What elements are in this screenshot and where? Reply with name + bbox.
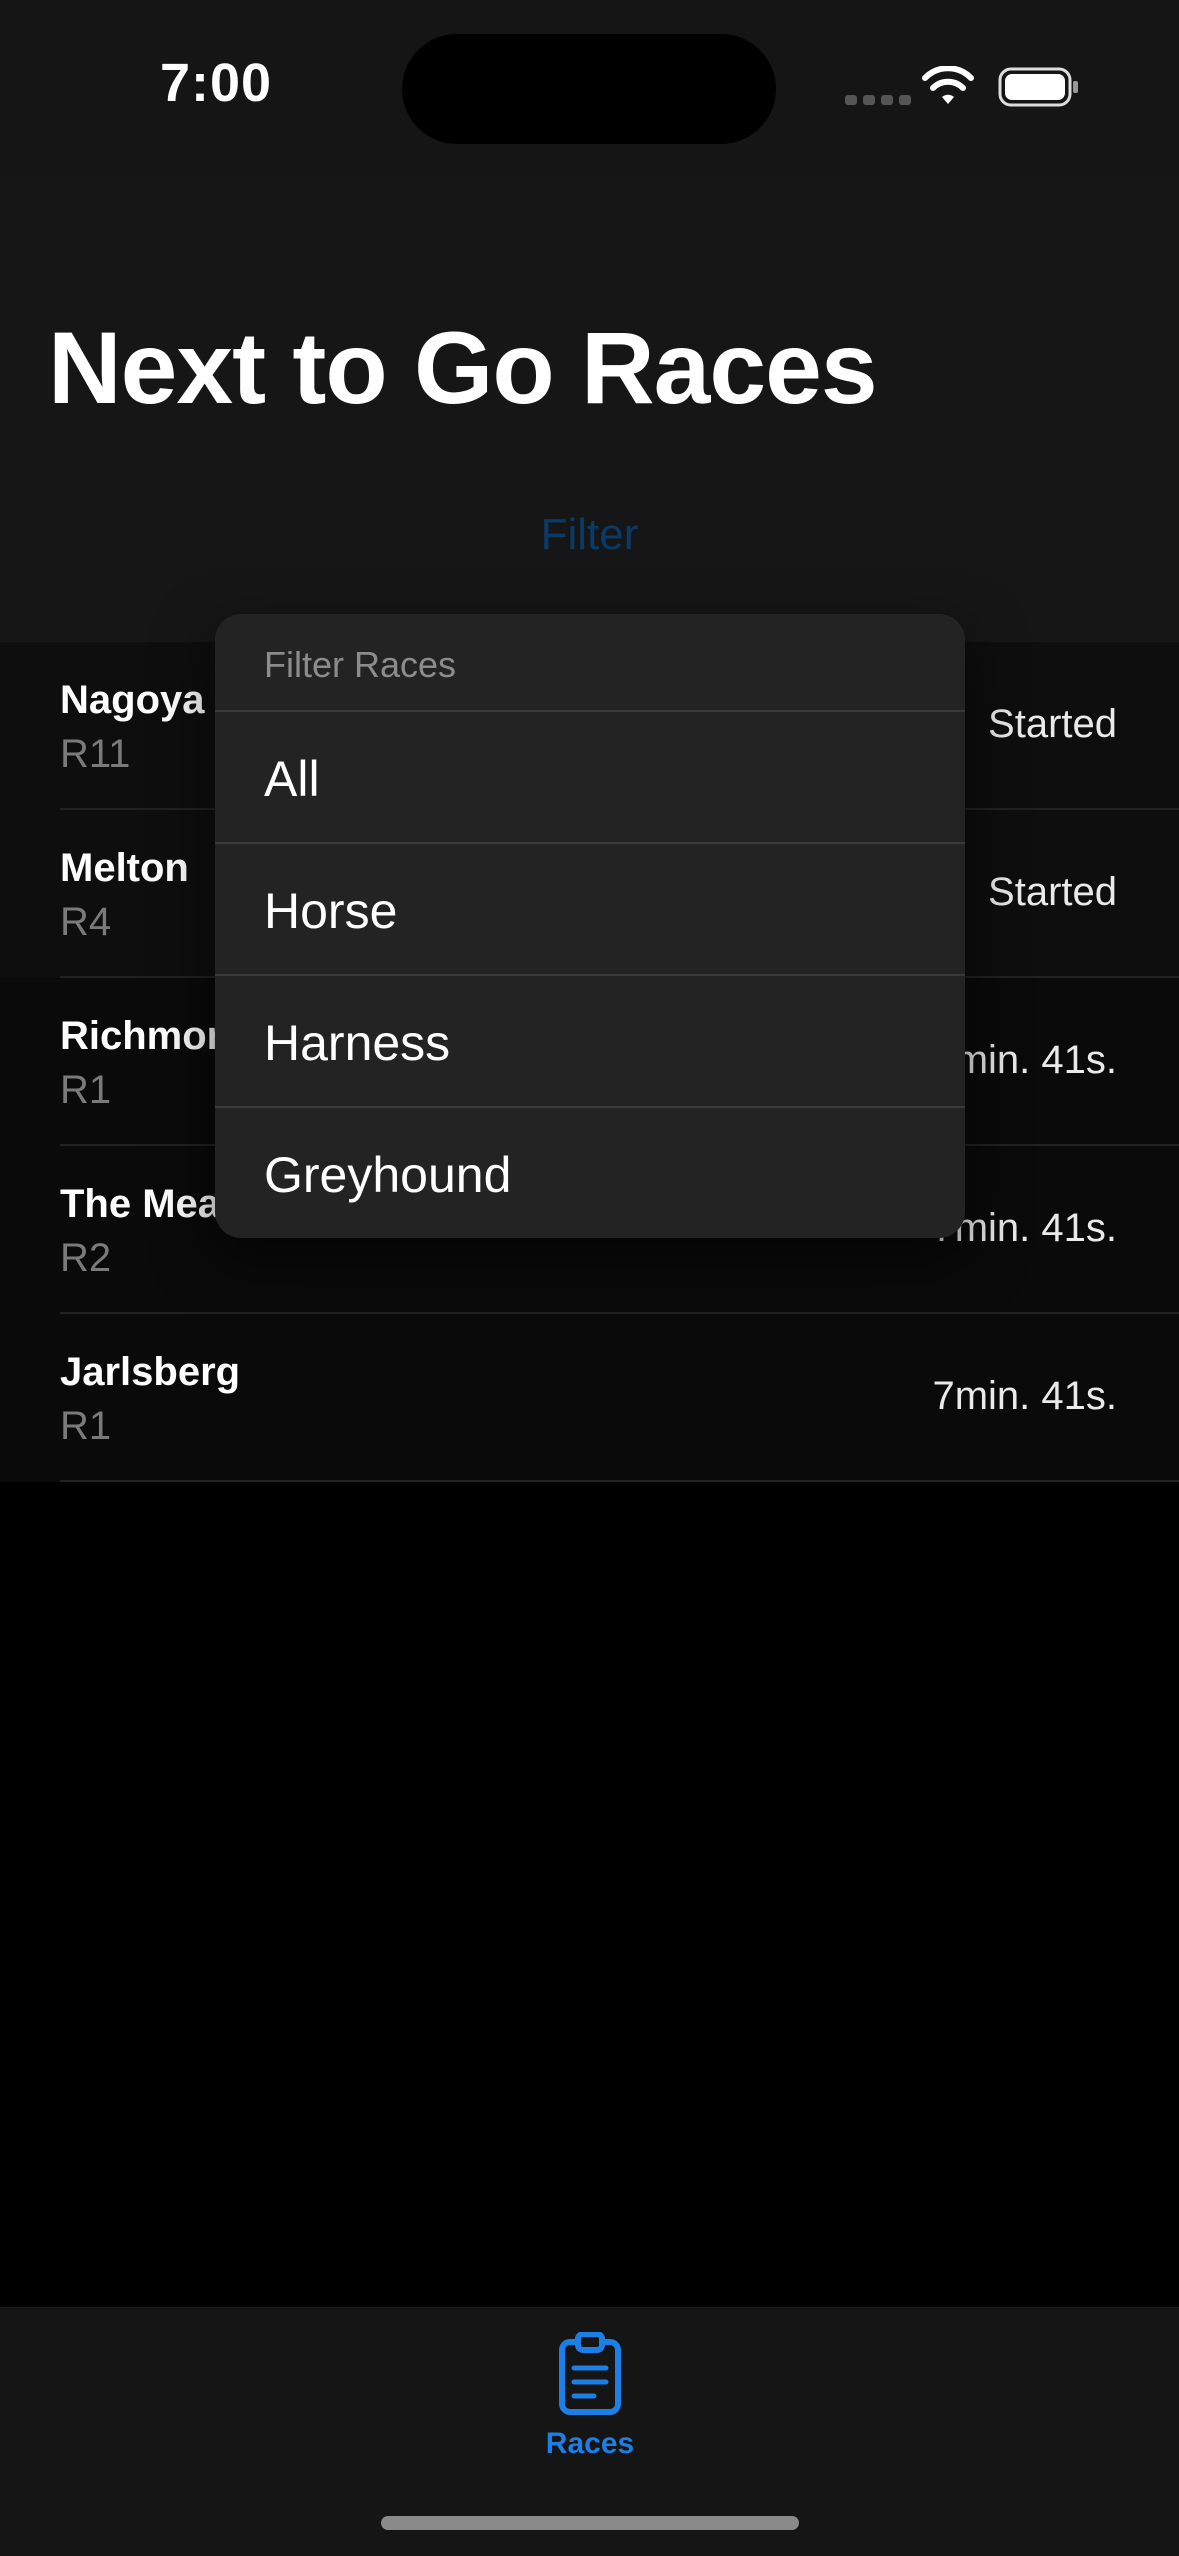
status-bar: 7:00 (0, 0, 1179, 180)
race-number: R1 (60, 1068, 112, 1112)
race-number: R1 (60, 1404, 112, 1448)
race-status: min. 41s. (954, 1038, 1117, 1082)
row-divider (60, 1480, 1179, 1482)
cellular-signal-icon (845, 95, 911, 105)
filter-option-harness[interactable]: Harness (215, 976, 965, 1108)
filter-option-label: Greyhound (264, 1147, 512, 1203)
filter-option-greyhound[interactable]: Greyhound (215, 1108, 965, 1238)
tab-races[interactable]: Races (520, 2317, 660, 2467)
filter-menu-header: Filter Races (215, 614, 965, 712)
race-track: Jarlsberg (60, 1350, 241, 1394)
race-status: Started (988, 702, 1117, 746)
status-time: 7:00 (160, 53, 273, 113)
tab-races-label: Races (545, 2427, 635, 2460)
filter-option-label: Harness (264, 1015, 451, 1071)
dynamic-island (402, 34, 776, 144)
filter-menu-title: Filter Races (264, 644, 457, 685)
clipboard-icon (559, 2332, 621, 2415)
filter-menu: Filter Races All Horse Harness Greyhound (215, 614, 965, 1238)
race-track: Nagoya (60, 678, 205, 722)
race-track: Richmon (60, 1014, 232, 1058)
wifi-icon (922, 66, 974, 104)
race-number: R2 (60, 1236, 112, 1280)
home-indicator (381, 2516, 799, 2530)
filter-option-all[interactable]: All (215, 712, 965, 844)
navigation-header: Next to Go Races Filter (0, 180, 1179, 642)
filter-option-label: Horse (264, 883, 398, 939)
race-track: Melton (60, 846, 189, 890)
filter-option-horse[interactable]: Horse (215, 844, 965, 976)
race-status: Started (988, 870, 1117, 914)
filter-button[interactable]: Filter (0, 510, 1179, 560)
filter-option-label: All (264, 751, 320, 807)
race-number: R4 (60, 900, 112, 944)
battery-icon (998, 67, 1078, 107)
race-row[interactable]: Jarlsberg R1 7min. 41s. (0, 1314, 1179, 1482)
race-number: R11 (60, 732, 131, 776)
race-status: 7min. 41s. (932, 1374, 1117, 1418)
race-track: The Mea (60, 1182, 221, 1226)
page-title: Next to Go Races (48, 311, 878, 425)
